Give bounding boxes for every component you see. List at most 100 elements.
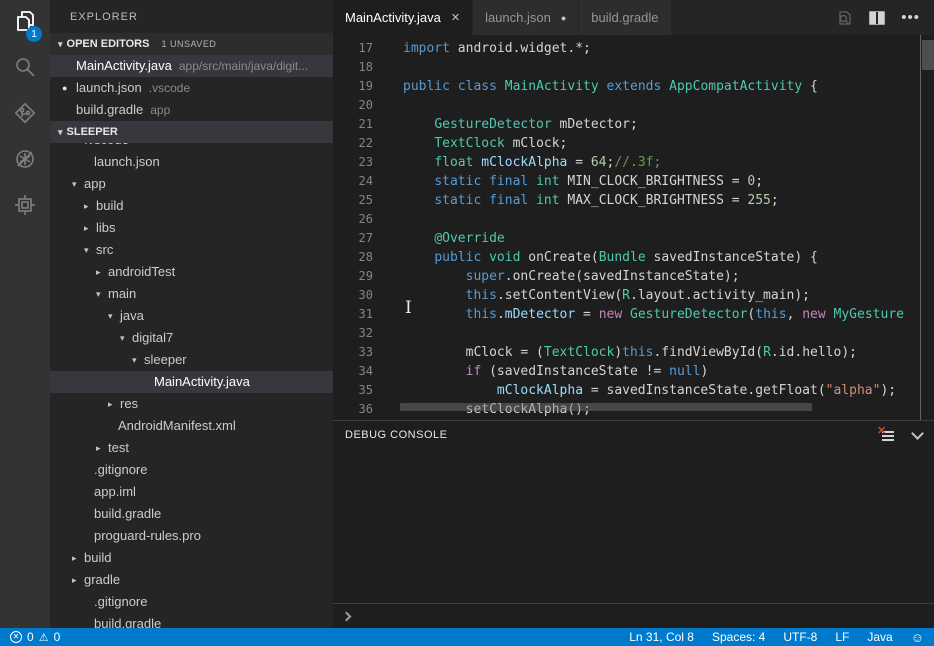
open-editor-item[interactable]: ●launch.json.vscode: [50, 77, 333, 99]
folder-expanded-icon: ▾: [72, 143, 84, 151]
tree-item[interactable]: ▸build: [50, 547, 333, 569]
token: this: [755, 307, 786, 322]
tree-item-label: main: [108, 283, 136, 305]
search-activity-button[interactable]: [0, 46, 50, 92]
line-number: 28: [333, 248, 373, 267]
close-panel-icon[interactable]: [911, 427, 924, 440]
tree-item-label: app: [84, 173, 106, 195]
horizontal-scrollbar[interactable]: [400, 403, 812, 411]
tree-item[interactable]: ▸gradle: [50, 569, 333, 591]
tree-item[interactable]: ▾digital7: [50, 327, 333, 349]
tree-item[interactable]: build.gradle: [50, 503, 333, 525]
tree-item[interactable]: ▸build: [50, 195, 333, 217]
source-control-activity-button[interactable]: [0, 92, 50, 138]
token: android.widget.*;: [450, 41, 591, 56]
eol-status[interactable]: LF: [835, 630, 849, 644]
tree-item-label: gradle: [84, 569, 120, 591]
token: MainActivity: [505, 79, 599, 94]
line-number: 29: [333, 267, 373, 286]
clear-console-icon[interactable]: ✕: [880, 429, 895, 442]
code-line: 31 this.mDetector = new GestureDetector(…: [333, 305, 934, 324]
open-editor-item[interactable]: build.gradleapp: [50, 99, 333, 121]
language-mode-status[interactable]: Java: [867, 630, 892, 644]
editor-actions: •••: [837, 0, 934, 35]
panel-actions: ✕: [880, 429, 922, 442]
folder-section-header[interactable]: ▾ SLEEPER: [50, 121, 333, 143]
split-editor-icon[interactable]: [869, 11, 885, 25]
tree-item[interactable]: ▾sleeper: [50, 349, 333, 371]
vertical-scrollbar[interactable]: [920, 35, 934, 420]
debug-repl-input[interactable]: [333, 603, 934, 628]
search-editor-icon[interactable]: [837, 10, 853, 26]
open-editors-header[interactable]: ▾ OPEN EDITORS 1 UNSAVED: [50, 33, 333, 55]
tree-item[interactable]: app.iml: [50, 481, 333, 503]
tree-item-label: launch.json: [94, 151, 160, 173]
extensions-activity-button[interactable]: [0, 184, 50, 230]
tree-item[interactable]: MainActivity.java: [50, 371, 333, 393]
tree-item[interactable]: ▸res: [50, 393, 333, 415]
tree-item[interactable]: ▸libs: [50, 217, 333, 239]
tree-item[interactable]: ▾.vscode: [50, 143, 333, 151]
cursor-position-status[interactable]: Ln 31, Col 8: [629, 630, 694, 644]
line-number: 35: [333, 381, 373, 400]
token: mDetector;: [552, 117, 638, 132]
tree-item[interactable]: proguard-rules.pro: [50, 525, 333, 547]
token: TextClock: [544, 345, 614, 360]
tree-item[interactable]: launch.json: [50, 151, 333, 173]
line-content: super.onCreate(savedInstanceState);: [373, 267, 740, 286]
tree-item[interactable]: ▾java: [50, 305, 333, 327]
token: R: [622, 288, 630, 303]
tree-item[interactable]: ▸androidTest: [50, 261, 333, 283]
open-editors-list: MainActivity.javaapp/src/main/java/digit…: [50, 55, 333, 121]
token: MyGesture: [834, 307, 904, 322]
tree-item[interactable]: ▾app: [50, 173, 333, 195]
open-editor-path: .vscode: [149, 77, 190, 99]
open-editor-item[interactable]: MainActivity.javaapp/src/main/java/digit…: [50, 55, 333, 77]
explorer-activity-button[interactable]: 1: [0, 0, 50, 46]
token: [403, 136, 434, 151]
indentation-status[interactable]: Spaces: 4: [712, 630, 765, 644]
feedback-smiley-icon[interactable]: ☺: [911, 630, 924, 645]
tree-item[interactable]: AndroidManifest.xml: [50, 415, 333, 437]
tree-item[interactable]: ▾src: [50, 239, 333, 261]
tree-item[interactable]: .gitignore: [50, 591, 333, 613]
token: [481, 193, 489, 208]
panel-title[interactable]: DEBUG CONSOLE: [345, 429, 447, 441]
line-number: 20: [333, 96, 373, 115]
search-icon: [12, 54, 38, 85]
editor-tab[interactable]: build.gradle: [579, 0, 671, 35]
line-number: 26: [333, 210, 373, 229]
folder-expanded-icon: ▾: [108, 305, 120, 327]
editor-group: MainActivity.java✕launch.json●build.grad…: [333, 0, 934, 628]
token: int: [536, 174, 559, 189]
tree-item-label: java: [120, 305, 144, 327]
token: (savedInstanceState !=: [481, 364, 669, 379]
tree-item-label: androidTest: [108, 261, 175, 283]
tree-item[interactable]: ▸test: [50, 437, 333, 459]
encoding-status[interactable]: UTF-8: [783, 630, 817, 644]
tree-item[interactable]: build.gradle: [50, 613, 333, 628]
debug-icon: [12, 146, 38, 177]
token: GestureDetector: [434, 117, 551, 132]
token: [481, 174, 489, 189]
line-content: mClock = (TextClock)this.findViewById(R.…: [373, 343, 857, 362]
tree-item[interactable]: .gitignore: [50, 459, 333, 481]
tree-item-label: test: [108, 437, 129, 459]
scrollbar-thumb[interactable]: [922, 40, 934, 70]
token: ;: [771, 193, 779, 208]
tree-item-label: build: [96, 195, 123, 217]
editor-tab[interactable]: launch.json●: [473, 0, 579, 35]
tree-item-label: build: [84, 547, 111, 569]
debug-activity-button[interactable]: [0, 138, 50, 184]
tab-dirty-indicator[interactable]: ●: [561, 13, 566, 23]
code-editor[interactable]: 17import android.widget.*;1819public cla…: [333, 35, 934, 420]
folder-collapsed-icon: ▸: [72, 547, 84, 569]
tree-item[interactable]: ▾main: [50, 283, 333, 305]
problems-status[interactable]: ✕ 0 ⚠ 0: [10, 630, 60, 644]
token: import: [403, 41, 450, 56]
tab-close-icon[interactable]: ✕: [451, 11, 460, 24]
folder-expanded-icon: ▾: [84, 239, 96, 261]
token: .: [497, 307, 505, 322]
editor-tab[interactable]: MainActivity.java✕: [333, 0, 473, 35]
more-actions-icon[interactable]: •••: [901, 13, 920, 23]
